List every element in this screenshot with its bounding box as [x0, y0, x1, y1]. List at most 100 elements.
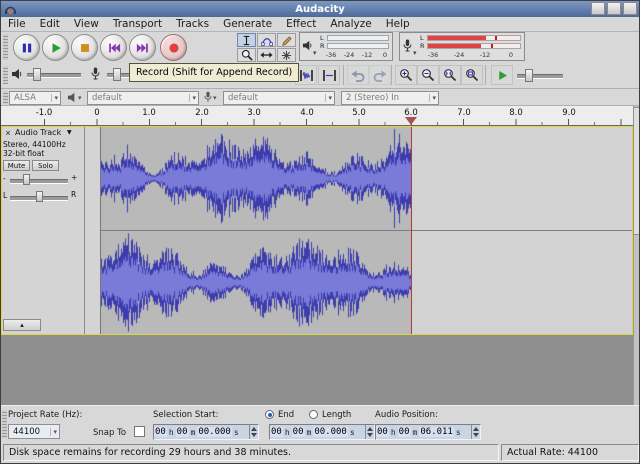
input-device-select[interactable]: default ▾ — [223, 91, 335, 105]
multi-tool-button[interactable] — [277, 48, 296, 62]
zoom-tool-button[interactable] — [237, 48, 256, 62]
stop-button[interactable] — [71, 34, 98, 61]
waveform-channel-right[interactable] — [101, 231, 411, 334]
recording-meter[interactable]: ▾ L R -36 -24 -12 0 — [399, 32, 525, 61]
length-radio[interactable] — [309, 410, 318, 419]
recording-cursor-line — [411, 127, 412, 334]
time-spinner[interactable] — [471, 425, 480, 439]
maximize-button[interactable] — [607, 2, 621, 15]
skip-to-end-icon — [136, 41, 150, 55]
fit-project-button[interactable] — [461, 65, 483, 85]
microphone-icon — [403, 39, 412, 52]
audacity-logo-icon — [4, 3, 17, 15]
pause-button[interactable] — [13, 34, 40, 61]
track-menu-icon[interactable]: ▼ — [67, 129, 72, 136]
record-button[interactable] — [160, 34, 187, 61]
zoom-in-button[interactable] — [395, 65, 417, 85]
title-bar[interactable]: Audacity — [1, 1, 639, 17]
vertical-scale-ruler[interactable] — [85, 126, 101, 335]
solo-button[interactable]: Solo — [32, 160, 59, 171]
skip-to-end-button[interactable] — [129, 34, 156, 61]
end-radio-label[interactable]: End — [278, 410, 294, 420]
track-close-button[interactable]: × — [3, 128, 13, 138]
redo-button[interactable] — [369, 65, 391, 85]
length-radio-label[interactable]: Length — [322, 410, 351, 420]
mixer-toolbar-grabber[interactable] — [3, 66, 8, 84]
playback-meter-right-bar — [327, 43, 389, 49]
device-toolbar-grabber[interactable] — [3, 91, 8, 104]
gain-max-label: + — [71, 173, 77, 182]
gain-slider-thumb[interactable] — [23, 174, 30, 185]
empty-track-area[interactable] — [411, 127, 633, 230]
draw-tool-button[interactable] — [277, 33, 296, 47]
end-hours[interactable]: 00 — [270, 427, 283, 437]
waveform-channel-left[interactable] — [101, 127, 411, 230]
transport-toolbar-grabber[interactable] — [3, 34, 8, 60]
end-minutes[interactable]: 00 — [292, 427, 305, 437]
input-volume-slider-thumb[interactable] — [113, 68, 121, 81]
project-rate-select[interactable]: 44100 ▾ — [8, 424, 60, 439]
menu-view[interactable]: View — [67, 18, 106, 30]
menu-effect[interactable]: Effect — [279, 18, 323, 30]
menu-generate[interactable]: Generate — [216, 18, 279, 30]
start-hours[interactable]: 00 — [154, 427, 167, 437]
selection-tool-button[interactable] — [237, 33, 256, 47]
vertical-scrollbar-thumb[interactable] — [633, 107, 640, 235]
selection-toolbar-grabber[interactable] — [2, 410, 7, 438]
start-minutes[interactable]: 00 — [176, 427, 189, 437]
menu-file[interactable]: File — [1, 18, 33, 30]
play-at-speed-button[interactable] — [491, 65, 513, 85]
track-control-panel[interactable]: × Audio Track ▼ Stereo, 44100Hz 32-bit f… — [1, 126, 85, 335]
input-channels-select[interactable]: 2 (Stereo) In ▾ — [341, 91, 439, 105]
envelope-tool-button[interactable] — [257, 33, 276, 47]
audio-position-field[interactable]: 00 h 00 m 06.011 s — [375, 424, 481, 440]
position-minutes[interactable]: 00 — [398, 427, 411, 437]
timeline-ruler[interactable]: -1.0 0 1.0 2.0 3.0 4.0 5.0 6.0 7.0 8.0 9… — [1, 106, 639, 126]
selection-end-field[interactable]: 00 h 00 m 00.000 s — [269, 424, 375, 440]
playback-speed-slider-thumb[interactable] — [525, 69, 533, 82]
fit-project-icon — [465, 68, 479, 82]
close-button[interactable] — [623, 2, 637, 15]
track-collapse-button[interactable]: ▴ — [3, 319, 41, 331]
empty-track-area[interactable] — [411, 231, 633, 334]
unit-label: s — [454, 428, 463, 437]
undo-button[interactable] — [347, 65, 369, 85]
meter-dropdown-icon[interactable]: ▾ — [313, 49, 317, 57]
skip-to-start-button[interactable] — [100, 34, 127, 61]
playback-meter[interactable]: ▾ L R -36 -24 -12 0 — [299, 32, 393, 61]
skip-to-start-icon — [107, 41, 121, 55]
audio-host-select[interactable]: ALSA ▾ — [9, 91, 61, 105]
chevron-down-icon: ▾ — [51, 94, 58, 102]
menu-analyze[interactable]: Analyze — [323, 18, 378, 30]
minimize-button[interactable] — [591, 2, 605, 15]
unit-label: h — [283, 428, 292, 437]
meter-scale-label: -36 — [428, 51, 439, 59]
position-seconds[interactable]: 06.011 — [419, 427, 454, 437]
fit-selection-button[interactable] — [439, 65, 461, 85]
menu-transport[interactable]: Transport — [106, 18, 169, 30]
end-radio[interactable] — [265, 410, 274, 419]
time-shift-tool-button[interactable] — [257, 48, 276, 62]
selection-start-field[interactable]: 00 h 00 m 00.000 s — [153, 424, 259, 440]
time-spinner[interactable] — [365, 425, 374, 439]
menu-tracks[interactable]: Tracks — [169, 18, 216, 30]
pan-slider-thumb[interactable] — [36, 191, 43, 202]
gain-slider[interactable] — [10, 179, 68, 184]
output-volume-slider-thumb[interactable] — [33, 68, 41, 81]
meter-dropdown-icon[interactable]: ▾ — [413, 49, 417, 57]
snap-to-checkbox[interactable] — [134, 426, 145, 437]
time-spinner[interactable] — [249, 425, 258, 439]
start-seconds[interactable]: 00.000 — [197, 427, 232, 437]
end-seconds[interactable]: 00.000 — [313, 427, 348, 437]
play-button[interactable] — [42, 34, 69, 61]
mute-button[interactable]: Mute — [3, 160, 30, 171]
position-hours[interactable]: 00 — [376, 427, 389, 437]
zoom-out-button[interactable] — [417, 65, 439, 85]
playback-speed-slider[interactable] — [517, 74, 563, 79]
output-device-speaker-icon — [67, 92, 78, 103]
menu-help[interactable]: Help — [379, 18, 417, 30]
pan-left-label: L — [3, 191, 7, 200]
silence-audio-button[interactable] — [318, 65, 340, 85]
menu-edit[interactable]: Edit — [33, 18, 67, 30]
output-device-select[interactable]: default ▾ — [87, 91, 199, 105]
